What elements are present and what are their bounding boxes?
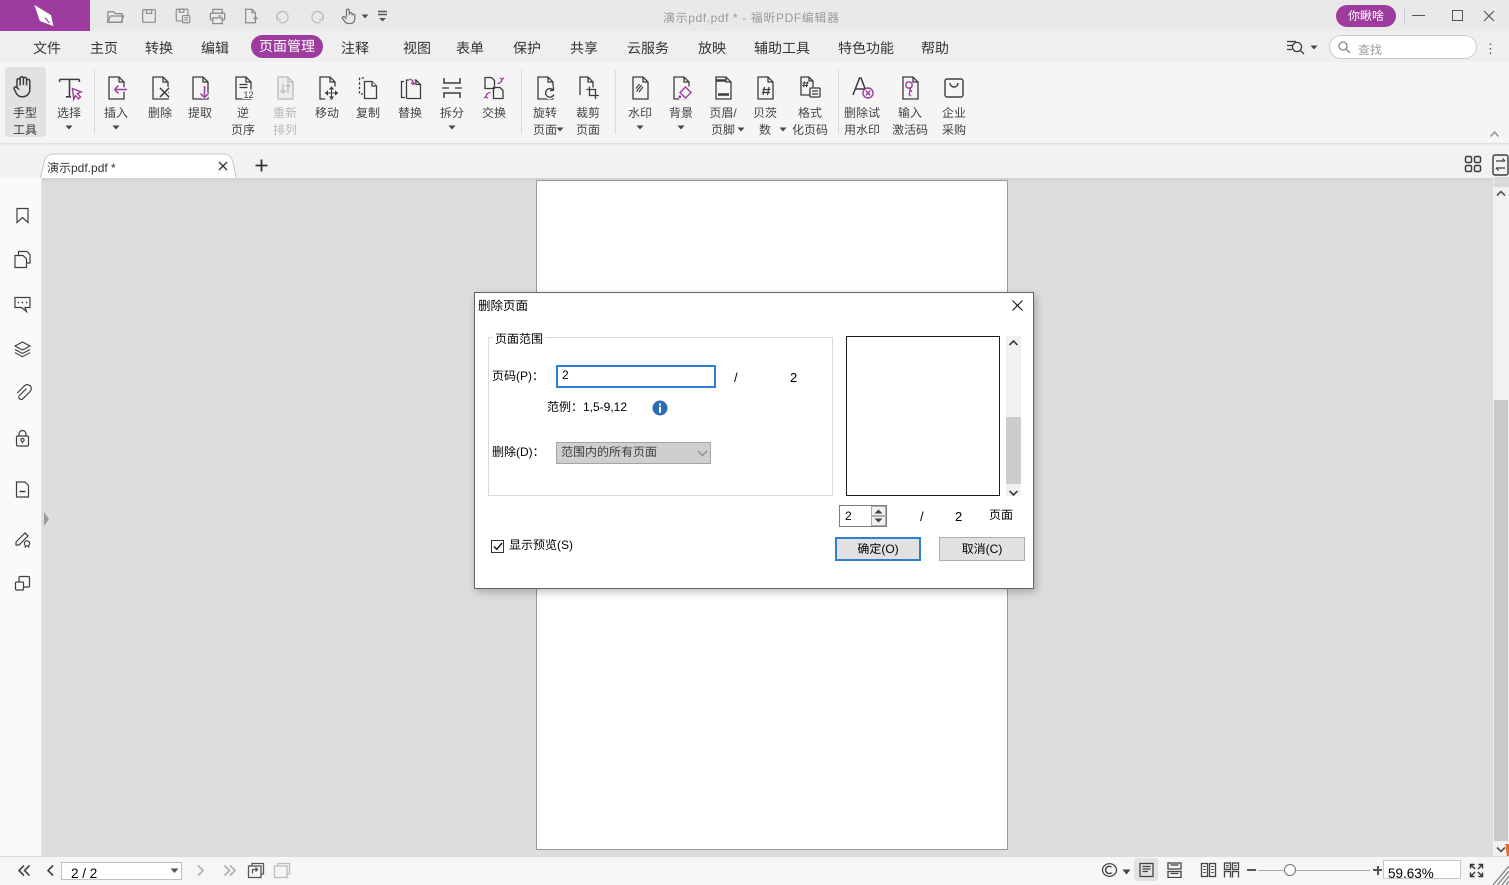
svg-text:12: 12 (244, 90, 254, 100)
